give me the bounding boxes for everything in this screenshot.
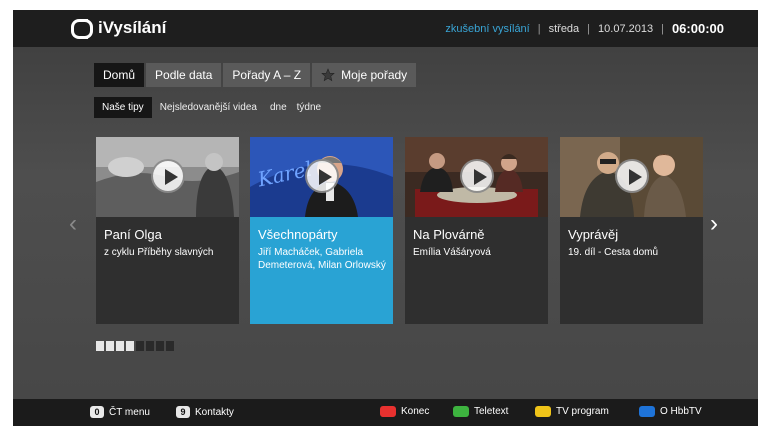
separator: | [537,22,541,35]
contacts-key[interactable]: 9 Kontakty [176,406,234,418]
main-tabs: Domů Podle data Pořady A – Z Moje pořady [94,63,418,87]
card-title: Vyprávěj [568,227,619,242]
subtab-day[interactable]: dne [265,97,292,118]
card-subtitle: Emília Vášáryová [413,247,491,258]
ct-logo-icon [71,19,93,39]
play-icon [305,159,339,193]
video-thumbnail: Karel [250,137,393,217]
page-indicator [126,341,134,351]
tab-label: Pořady A – Z [232,68,302,82]
page-indicator [156,341,164,351]
top-bar: iVysílání zkušební vysílání | středa | 1… [13,10,758,47]
separator: | [661,22,664,35]
page-indicator [106,341,114,351]
day-label: středa [548,22,580,35]
key-label: TV program [556,406,609,417]
video-thumbnail [96,137,239,217]
tab-home[interactable]: Domů [94,63,145,87]
date-label: 10.07.2013 [598,22,654,35]
play-icon [460,159,494,193]
app-title: iVysílání [98,18,167,37]
red-button-icon [380,406,396,417]
card-subtitle: z cyklu Příběhy slavných [104,247,214,258]
yellow-button-icon [535,406,551,417]
carousel-left-arrow[interactable]: ‹ [69,212,77,236]
page-indicator [166,341,174,351]
subtab-most-watched[interactable]: Nejsledovanější videa [152,97,265,118]
green-button-icon [453,406,469,417]
card-title: Na Plovárně [413,227,485,242]
tab-shows-a-z[interactable]: Pořady A – Z [223,63,311,87]
subtab-week[interactable]: týdne [292,97,326,118]
tab-label: Domů [103,68,136,82]
subtab-our-tips[interactable]: Naše tipy [94,97,152,118]
blue-button-icon [639,406,655,417]
video-card[interactable]: Vyprávěj 19. díl - Cesta domů [560,137,703,324]
video-card[interactable]: Na Plovárně Emília Vášáryová [405,137,548,324]
key-label: O HbbTV [660,406,702,417]
page-indicator [96,341,104,351]
status-info: zkušební vysílání | středa | 10.07.2013 … [445,21,724,36]
play-icon [615,159,649,193]
green-key-teletext[interactable]: Teletext [453,406,508,417]
clock: 06:00:00 [671,21,724,36]
trial-broadcast-label: zkušební vysílání [445,22,530,35]
tv-screen: iVysílání zkušební vysílání | středa | 1… [13,10,758,426]
tab-label: Podle data [155,68,213,82]
blue-key-about-hbbtv[interactable]: O HbbTV [639,406,702,417]
play-icon [151,159,185,193]
card-subtitle: 19. díl - Cesta domů [568,247,659,258]
page-indicator [146,341,154,351]
video-thumbnail [560,137,703,217]
app-logo: iVysílání [71,18,167,39]
key-0-icon: 0 [90,406,104,418]
key-label: ČT menu [109,406,150,418]
video-card-selected[interactable]: Karel Všechnopárty Jiří Macháček, Gabrie… [250,137,393,324]
separator: | [587,22,591,35]
red-key-exit[interactable]: Konec [380,406,429,417]
sub-tabs: Naše tipy Nejsledovanější videa dne týdn… [94,97,326,118]
remote-key-bar: 0 ČT menu 9 Kontakty Konec Teletext TV p… [13,399,758,426]
carousel-pagination [96,341,176,351]
key-label: Teletext [474,406,509,417]
video-card[interactable]: Paní Olga z cyklu Příběhy slavných [96,137,239,324]
card-title: Všechnopárty [258,227,338,242]
card-title: Paní Olga [104,227,162,242]
ct-menu-key[interactable]: 0 ČT menu [90,406,150,418]
page-indicator [116,341,124,351]
carousel-right-arrow[interactable]: › [710,212,718,236]
tab-my-shows[interactable]: Moje pořady [312,63,417,87]
key-label: Kontakty [195,406,234,418]
star-icon [321,68,335,82]
key-9-icon: 9 [176,406,190,418]
tab-label: Moje pořady [341,68,408,82]
video-thumbnail [405,137,548,217]
yellow-key-tv-program[interactable]: TV program [535,406,609,417]
page-indicator [136,341,144,351]
key-label: Konec [401,406,430,417]
card-subtitle: Jiří Macháček, Gabriela Demeterová, Mila… [258,247,386,271]
tab-by-date[interactable]: Podle data [146,63,222,87]
